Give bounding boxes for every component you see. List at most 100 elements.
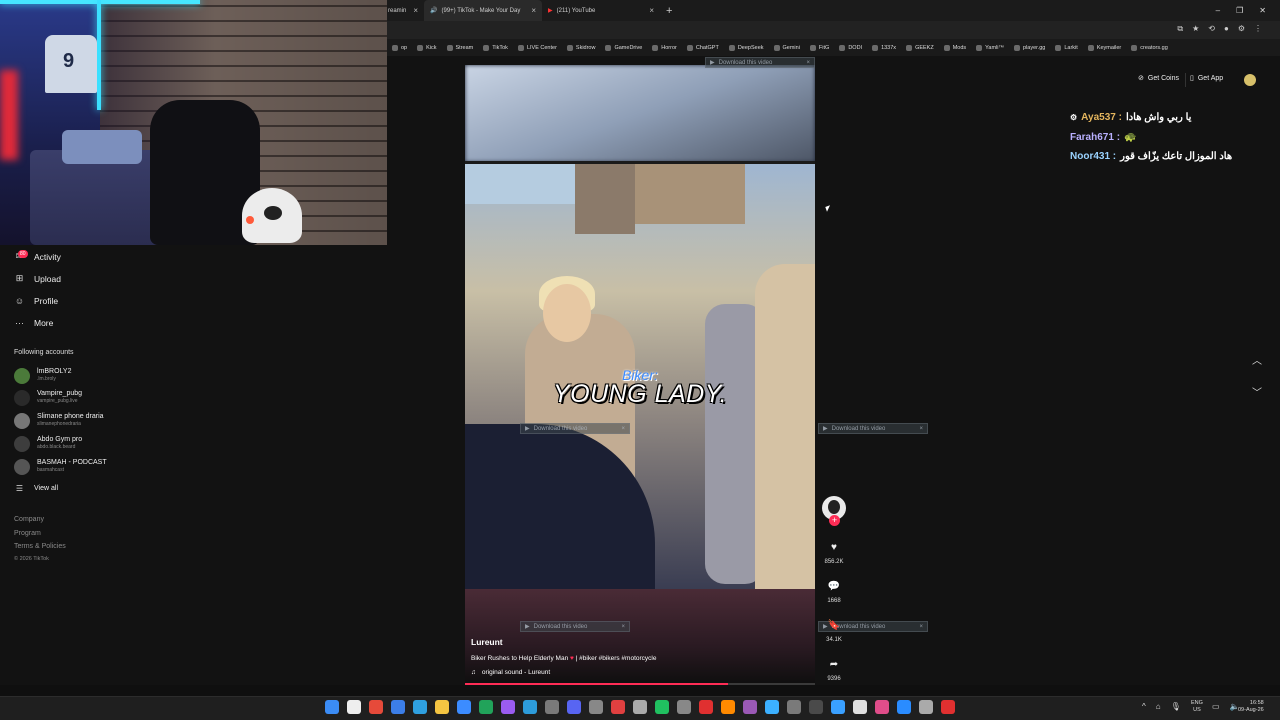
share-button[interactable]: ➦ 9396 (822, 657, 846, 683)
taskbar-app-icon[interactable] (457, 700, 471, 714)
bookmark-item[interactable]: DeepSeek (724, 44, 769, 51)
comment-button[interactable]: 💬 1668 (822, 579, 846, 605)
bookmark-item[interactable]: ChatGPT (682, 44, 724, 51)
taskbar-app-icon[interactable] (413, 700, 427, 714)
download-video-bar[interactable]: ▶ Download this video × (520, 621, 630, 632)
download-video-bar[interactable]: ▶ Download this video × (520, 423, 630, 434)
clock[interactable]: 16:58 09-Aug-26 (1238, 700, 1264, 714)
footer-link-company[interactable]: Company (14, 516, 44, 523)
following-account[interactable]: lmBROLY2 .lm.broly (14, 367, 72, 384)
menu-icon[interactable]: ⋮ (1254, 24, 1262, 34)
taskbar-app-icon[interactable] (633, 700, 647, 714)
bookmark-item[interactable]: player.gg (1009, 44, 1050, 51)
close-icon[interactable]: × (649, 6, 654, 15)
view-all-button[interactable]: ☰ View all (14, 483, 58, 494)
user-avatar[interactable] (1244, 74, 1256, 86)
bookmark-item[interactable]: DODI (834, 44, 867, 51)
bookmark-item[interactable]: GEEKZ (901, 44, 939, 51)
bookmark-item[interactable]: TikTok (478, 44, 513, 51)
settings-icon[interactable]: ⚙ (1238, 24, 1245, 34)
sidebar-item-more[interactable]: ··· More (14, 317, 53, 328)
close-icon[interactable]: × (919, 426, 923, 432)
close-icon[interactable]: × (806, 60, 810, 66)
taskbar-app-icon[interactable] (941, 700, 955, 714)
bookmark-item[interactable]: Larkit (1050, 44, 1082, 51)
video-player[interactable]: Biker: YOUNG LADY. (465, 65, 815, 685)
footer-link-program[interactable]: Program (14, 530, 41, 537)
close-icon[interactable]: × (413, 6, 418, 15)
taskbar-app-icon[interactable] (677, 700, 691, 714)
bookmark-item[interactable]: LIVE Center (513, 44, 562, 51)
chevron-up-icon[interactable]: ^ (1142, 702, 1146, 711)
taskbar-app-icon[interactable] (875, 700, 889, 714)
taskbar-app-icon[interactable] (787, 700, 801, 714)
bookmark-item[interactable]: GameDrive (600, 44, 647, 51)
taskbar-app-icon[interactable] (743, 700, 757, 714)
bookmark-item[interactable]: Horror (647, 44, 682, 51)
taskbar-app-icon[interactable] (919, 700, 933, 714)
footer-link-terms[interactable]: Terms & Policies (14, 543, 66, 550)
bookmark-item[interactable]: creators.gg (1126, 44, 1173, 51)
follow-plus-button[interactable]: + (829, 515, 840, 526)
bookmark-item[interactable]: 1337x (867, 44, 901, 51)
tab-tiktok[interactable]: 🔊 (99+) TikTok - Make Your Day × (424, 0, 542, 21)
taskbar-app-icon[interactable] (347, 700, 361, 714)
new-tab-button[interactable]: + (660, 5, 672, 17)
bookmark-item[interactable]: Stream (442, 44, 479, 51)
taskbar-app-icon[interactable] (897, 700, 911, 714)
taskbar-app-icon[interactable] (831, 700, 845, 714)
following-account[interactable]: Slimane phone draria slimanephonedraria (14, 412, 104, 429)
bookmark-item[interactable]: Yamli™ (971, 44, 1009, 51)
hashtags[interactable]: | #biker #bikers #motorcycle (576, 655, 657, 662)
taskbar-app-icon[interactable] (699, 700, 713, 714)
video-sound[interactable]: ♫ original sound - Lureunt (471, 669, 550, 676)
taskbar-app-icon[interactable] (479, 700, 493, 714)
get-coins-button[interactable]: ⊘ Get Coins (1138, 74, 1179, 83)
bookmark-item[interactable]: Keymailer (1083, 44, 1126, 51)
chevron-up-icon[interactable]: ︿ (1252, 352, 1262, 367)
sidebar-item-upload[interactable]: ⊞ Upload (14, 273, 61, 284)
taskbar-app-icon[interactable] (567, 700, 581, 714)
like-button[interactable]: ♥ 856.2K (822, 540, 846, 566)
close-window-icon[interactable]: ✕ (1259, 6, 1266, 15)
bookmark-item[interactable]: Skidrow (562, 44, 601, 51)
taskbar-app-icon[interactable] (721, 700, 735, 714)
bookmark-item[interactable]: op (387, 44, 412, 51)
taskbar-app-icon[interactable] (501, 700, 515, 714)
taskbar-app-icon[interactable] (545, 700, 559, 714)
taskbar-app-icon[interactable] (589, 700, 603, 714)
taskbar-app-icon[interactable] (325, 700, 339, 714)
download-video-bar[interactable]: ▶ Download this video × (705, 57, 815, 68)
bookmark-item[interactable]: Gemini (769, 44, 805, 51)
following-account[interactable]: Vampire_pubg vampire_pubg.live (14, 389, 82, 406)
bookmark-item[interactable]: Kick (412, 44, 441, 51)
close-icon[interactable]: × (621, 624, 625, 630)
taskbar-app-icon[interactable] (765, 700, 779, 714)
mic-icon[interactable]: 🎙 (1171, 702, 1181, 711)
close-icon[interactable]: × (531, 6, 536, 15)
profile-icon[interactable]: ● (1224, 24, 1229, 34)
display-icon[interactable]: ▭ (1212, 702, 1220, 711)
taskbar-app-icon[interactable] (523, 700, 537, 714)
following-account[interactable]: BASMAH - PODCAST basmahcast (14, 458, 107, 475)
taskbar-app-icon[interactable] (655, 700, 669, 714)
sidebar-item-profile[interactable]: ☺ Profile (14, 295, 58, 306)
chevron-down-icon[interactable]: ﹀ (1252, 384, 1262, 399)
bookmark-item[interactable]: Mods (939, 44, 971, 51)
get-app-button[interactable]: ▯ Get App (1190, 74, 1223, 83)
taskbar-app-icon[interactable] (611, 700, 625, 714)
following-account[interactable]: Abdo Gym pro abdo.black.beard (14, 435, 82, 452)
network-icon[interactable]: ⌂ (1156, 702, 1161, 711)
save-button[interactable]: 🔖 34.1K (822, 618, 846, 644)
language-indicator[interactable]: ENG US (1191, 700, 1203, 714)
taskbar-app-icon[interactable] (853, 700, 867, 714)
video-author[interactable]: Lureunt (471, 637, 503, 647)
star-icon[interactable]: ★ (1192, 24, 1199, 34)
extension-icon[interactable]: ⟲ (1208, 24, 1215, 34)
tab-youtube[interactable]: ▶ (211) YouTube × (542, 0, 660, 21)
maximize-icon[interactable]: ❐ (1236, 6, 1243, 15)
taskbar-app-icon[interactable] (435, 700, 449, 714)
taskbar-app-icon[interactable] (809, 700, 823, 714)
share-icon[interactable]: ⧉ (1177, 24, 1183, 34)
taskbar-app-icon[interactable] (369, 700, 383, 714)
